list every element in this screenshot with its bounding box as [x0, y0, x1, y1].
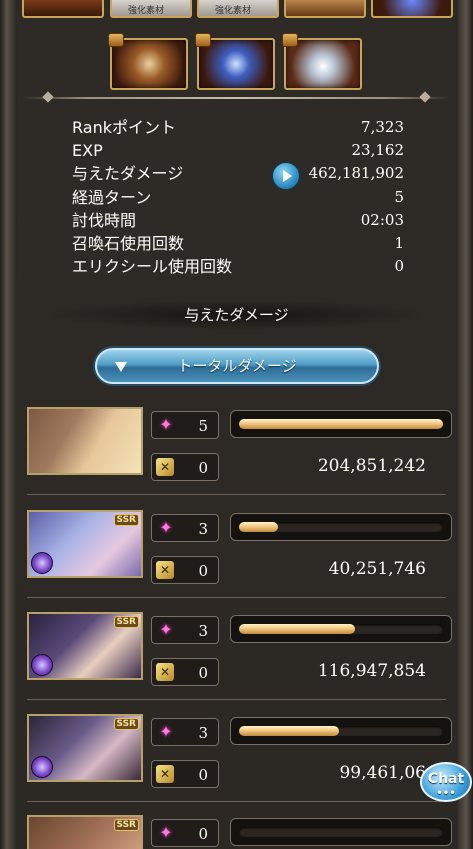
charge-attack-count-box: ✕ 0	[151, 658, 219, 686]
charge-attack-icon: ✕	[156, 663, 174, 681]
row-separator	[27, 801, 446, 802]
damage-bar-fill	[239, 419, 443, 429]
damage-bar-fill	[239, 726, 339, 736]
damage-value: 116,947,854	[317, 661, 426, 681]
character-portrait[interactable]	[27, 407, 143, 475]
stat-rank-points: Rankポイント 7,323	[72, 118, 404, 137]
dark-element-icon	[31, 552, 53, 574]
damage-bar-fill	[239, 522, 278, 532]
skill-count-box: ✦ 0	[151, 819, 219, 847]
stat-elixir-uses: エリクシール使用回数 0	[72, 257, 404, 276]
damage-bar	[230, 818, 452, 846]
row-separator	[27, 597, 446, 598]
damage-bar-fill	[239, 624, 356, 634]
character-row: SSR ✦ 3 ✕ 0 99,461,06	[17, 714, 456, 816]
damage-bar	[230, 717, 452, 745]
chat-button[interactable]: Chat •••	[420, 762, 472, 802]
total-damage-toggle-button[interactable]: トータルダメージ	[95, 348, 379, 384]
skill-sparkle-icon: ✦	[159, 415, 173, 434]
reward-item-blue-gem[interactable]	[371, 0, 453, 18]
character-portrait[interactable]: SSR	[27, 612, 143, 680]
skill-sparkle-icon: ✦	[159, 620, 173, 639]
row-separator	[27, 494, 446, 495]
skill-count-box: ✦ 3	[151, 718, 219, 746]
skill-count-box: ✦ 3	[151, 514, 219, 542]
charge-attack-icon: ✕	[156, 561, 174, 579]
skill-count-box: ✦ 3	[151, 616, 219, 644]
ornamental-divider	[22, 97, 450, 99]
character-row: SSR ✦ 3 ✕ 0 40,251,746	[17, 510, 456, 612]
skill-sparkle-icon: ✦	[159, 722, 173, 741]
charge-attack-icon: ✕	[156, 765, 174, 783]
reward-item-material[interactable]: 強化素材	[110, 0, 192, 18]
charge-attack-count-box: ✕ 0	[151, 556, 219, 584]
damage-value: 99,461,06	[339, 763, 426, 783]
ssr-badge: SSR	[113, 819, 139, 831]
damage-section-title: 与えたダメージ	[45, 300, 428, 330]
dark-element-icon	[31, 756, 53, 778]
stat-turns: 経過ターン 5	[72, 188, 404, 207]
damage-bar	[230, 615, 452, 643]
character-portrait[interactable]: SSR	[27, 714, 143, 782]
reward-item-scroll[interactable]	[284, 0, 366, 18]
stat-damage-dealt: 与えたダメージ 462,181,902	[72, 162, 404, 190]
ssr-badge: SSR	[113, 718, 139, 730]
stat-exp: EXP 23,162	[72, 141, 404, 160]
character-portrait[interactable]: SSR	[27, 510, 143, 578]
damage-value: 40,251,746	[328, 559, 426, 579]
row-separator	[27, 699, 446, 700]
reward-item-orb[interactable]	[22, 0, 104, 18]
damage-bar	[230, 410, 452, 438]
skill-sparkle-icon: ✦	[159, 518, 173, 537]
left-frame	[0, 0, 17, 849]
charge-attack-icon: ✕	[156, 458, 174, 476]
treasure-chest-icon	[108, 33, 124, 47]
skill-count-box: ✦ 5	[151, 411, 219, 439]
battle-stats: Rankポイント 7,323 EXP 23,162 与えたダメージ 462,18…	[72, 116, 404, 278]
reward-item-material[interactable]: 強化素材	[197, 0, 279, 18]
treasure-chest-icon	[282, 33, 298, 47]
damage-bar	[230, 513, 452, 541]
dark-element-icon	[31, 654, 53, 676]
stat-summon-uses: 召喚石使用回数 1	[72, 234, 404, 253]
charge-attack-count-box: ✕ 0	[151, 453, 219, 481]
ssr-badge: SSR	[113, 514, 139, 526]
character-portrait[interactable]: SSR	[27, 815, 143, 849]
ssr-badge: SSR	[113, 616, 139, 628]
right-frame	[456, 0, 473, 849]
character-row: ✦ 5 ✕ 0 204,851,242	[17, 407, 456, 509]
chat-dots-icon: •••	[436, 788, 456, 799]
character-row: SSR ✦ 3 ✕ 0 116,947,854	[17, 612, 456, 714]
charge-attack-count-box: ✕ 0	[151, 760, 219, 788]
skill-sparkle-icon: ✦	[159, 823, 173, 842]
damage-value: 204,851,242	[317, 456, 426, 476]
stat-battle-time: 討伐時間 02:03	[72, 211, 404, 230]
character-row: SSR ✦ 0	[17, 815, 456, 849]
treasure-chest-icon	[195, 33, 211, 47]
